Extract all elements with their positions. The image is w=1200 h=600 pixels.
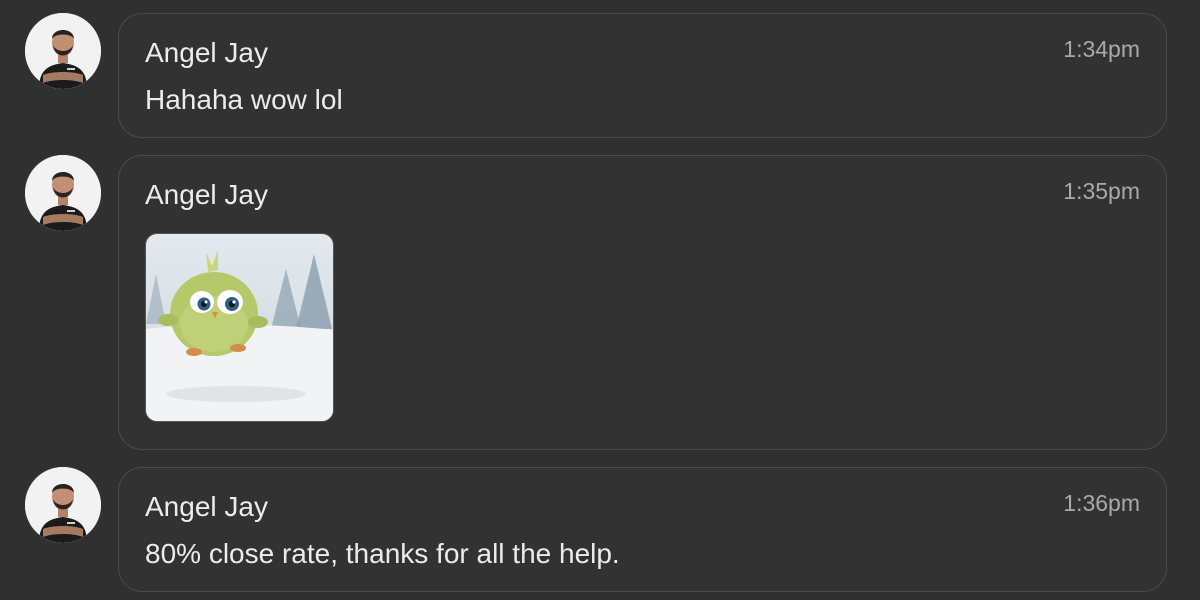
message-time: 1:35pm (1063, 178, 1140, 204)
avatar[interactable] (25, 155, 101, 231)
message-card[interactable]: Angel Jay 1:36pm 80% close rate, thanks … (118, 467, 1167, 592)
message-card[interactable]: Angel Jay 1:34pm Hahaha wow lol (118, 13, 1167, 138)
message-time: 1:36pm (1063, 490, 1140, 516)
sender-name: Angel Jay (145, 179, 268, 210)
profile-photo (25, 467, 101, 543)
green-bird-sticker (146, 234, 334, 422)
avatar[interactable] (25, 13, 101, 89)
message-thread: Angel Jay 1:34pm Hahaha wow lol Angel Ja… (0, 0, 1200, 600)
sender-name: Angel Jay (145, 491, 268, 522)
sender-name: Angel Jay (145, 37, 268, 68)
message-time: 1:34pm (1063, 36, 1140, 62)
sticker-image[interactable] (145, 233, 334, 422)
profile-photo (25, 155, 101, 231)
message-card[interactable]: Angel Jay 1:35pm (118, 155, 1167, 450)
profile-photo (25, 13, 101, 89)
avatar[interactable] (25, 467, 101, 543)
message-text: Hahaha wow lol (145, 84, 343, 115)
message-text: 80% close rate, thanks for all the help. (145, 538, 620, 569)
